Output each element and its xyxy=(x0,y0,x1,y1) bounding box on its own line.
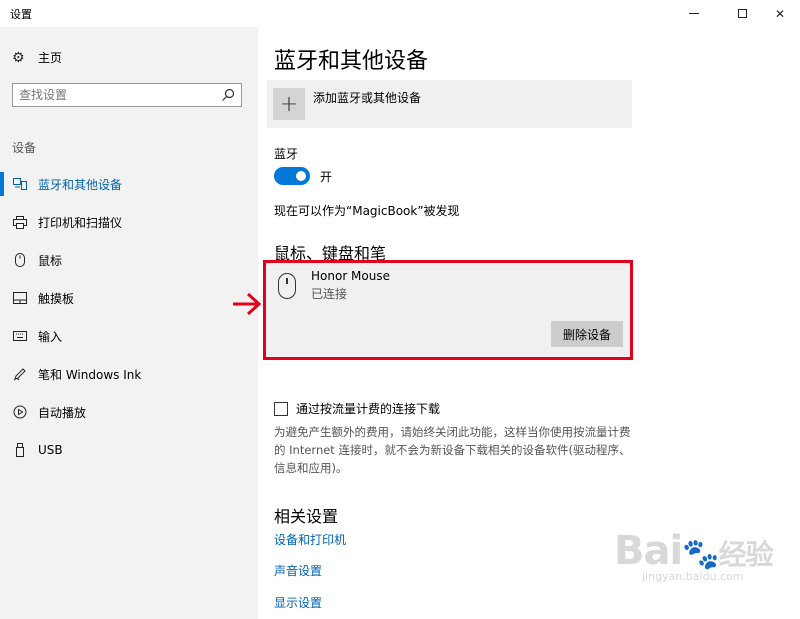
close-icon: ✕ xyxy=(774,6,786,21)
bluetooth-toggle[interactable] xyxy=(274,167,310,185)
sidebar-item-label: 打印机和扫描仪 xyxy=(38,215,123,230)
baidu-watermark: Bai🐾经验 jingyan.baidu.com xyxy=(614,528,794,606)
home-link[interactable]: ⚙ 主页 xyxy=(12,49,62,66)
metered-description: 为避免产生额外的费用，请始终关闭此功能，这样当你使用按流量计费的 Interne… xyxy=(274,425,631,475)
sidebar-item-label: USB xyxy=(38,443,63,457)
sidebar-item-pen[interactable]: 笔和 Windows Ink xyxy=(0,355,258,393)
mouse-icon xyxy=(278,273,296,299)
metered-checkbox[interactable] xyxy=(274,401,288,416)
discoverable-text: 现在可以作为“MagicBook”被发现 xyxy=(274,204,460,218)
window-title: 设置 xyxy=(10,8,32,21)
minimize-icon xyxy=(689,13,699,14)
page-title: 蓝牙和其他设备 xyxy=(274,49,429,74)
add-device-label: 添加蓝牙或其他设备 xyxy=(313,90,422,105)
mouse-keyboard-pen-heading: 鼠标、键盘和笔 xyxy=(274,244,387,263)
mouse-icon xyxy=(12,252,28,268)
device-name: Honor Mouse xyxy=(311,269,390,283)
close-button[interactable]: ✕ xyxy=(758,0,800,27)
device-card-honor-mouse[interactable]: Honor Mouse 已连接 删除设备 xyxy=(263,260,633,360)
search-box[interactable] xyxy=(12,83,242,107)
sidebar-item-label: 输入 xyxy=(38,329,63,344)
sidebar-item-label: 触摸板 xyxy=(38,291,75,306)
gear-icon: ⚙ xyxy=(12,49,25,66)
watermark-logo: Bai🐾经验 xyxy=(614,528,774,574)
metered-label: 通过按流量计费的连接下载 xyxy=(296,402,441,416)
title-bar: 设置 ✕ xyxy=(0,0,800,27)
pen-icon xyxy=(12,366,28,382)
related-settings-heading: 相关设置 xyxy=(274,507,339,526)
printer-icon xyxy=(12,214,28,230)
remove-device-button[interactable]: 删除设备 xyxy=(551,321,623,347)
sidebar-item-label: 鼠标 xyxy=(38,253,63,268)
sidebar-item-autoplay[interactable]: 自动播放 xyxy=(0,393,258,431)
sidebar-item-bluetooth[interactable]: 蓝牙和其他设备 xyxy=(0,165,258,203)
sidebar-item-touchpad[interactable]: 触摸板 xyxy=(0,279,258,317)
maximize-icon xyxy=(737,9,747,18)
home-label: 主页 xyxy=(38,51,63,65)
bluetooth-devices-icon xyxy=(12,176,28,192)
sidebar-item-label: 笔和 Windows Ink xyxy=(38,367,142,382)
keyboard-icon xyxy=(12,328,28,344)
device-status: 已连接 xyxy=(311,287,348,301)
sidebar-item-label: 自动播放 xyxy=(38,405,87,420)
link-display-settings[interactable]: 显示设置 xyxy=(274,594,322,611)
sidebar-item-mouse[interactable]: 鼠标 xyxy=(0,241,258,279)
autoplay-icon xyxy=(12,404,28,420)
touchpad-icon xyxy=(12,290,28,306)
sidebar-item-typing[interactable]: 输入 xyxy=(0,317,258,355)
search-icon[interactable] xyxy=(221,88,235,102)
bluetooth-toggle-row: 开 xyxy=(274,167,332,185)
sidebar: ⚙ 主页 设备 蓝牙和其他设备 打印机和扫描仪 鼠标 xyxy=(0,27,258,619)
section-label-devices: 设备 xyxy=(12,141,37,155)
sidebar-item-usb[interactable]: USB xyxy=(0,431,258,469)
link-sound-settings[interactable]: 声音设置 xyxy=(274,562,322,579)
sidebar-nav: 蓝牙和其他设备 打印机和扫描仪 鼠标 触摸板 输入 笔和 Windows Ink… xyxy=(0,165,258,469)
plus-icon: + xyxy=(273,88,305,120)
minimize-button[interactable] xyxy=(672,0,716,27)
link-devices-printers[interactable]: 设备和打印机 xyxy=(274,531,346,548)
bluetooth-label: 蓝牙 xyxy=(274,147,299,161)
bluetooth-state: 开 xyxy=(320,169,333,184)
metered-download-option[interactable]: 通过按流量计费的连接下载 xyxy=(274,400,440,417)
red-arrow-icon xyxy=(233,292,262,316)
search-input[interactable] xyxy=(19,88,221,102)
sidebar-item-label: 蓝牙和其他设备 xyxy=(38,177,123,192)
usb-icon xyxy=(12,442,28,458)
add-device-button[interactable]: + 添加蓝牙或其他设备 xyxy=(267,80,632,128)
sidebar-item-printers[interactable]: 打印机和扫描仪 xyxy=(0,203,258,241)
